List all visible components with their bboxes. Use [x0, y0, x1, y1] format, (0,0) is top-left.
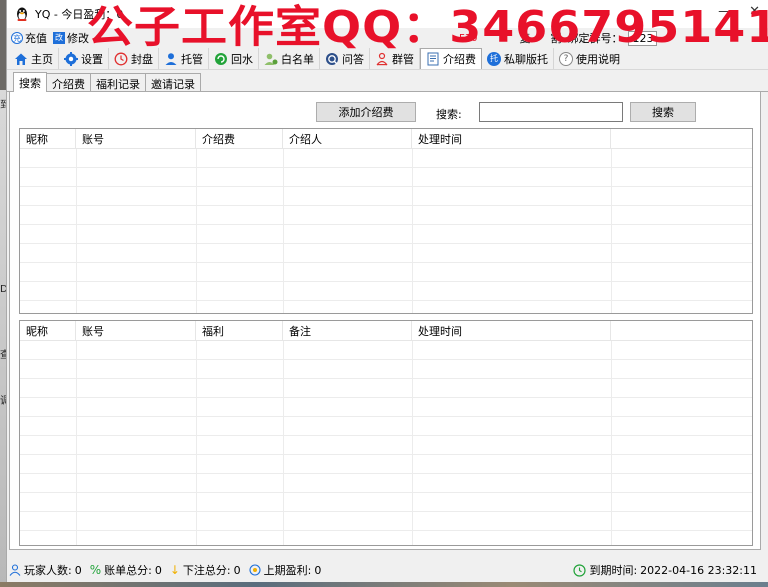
column-header[interactable]: [611, 129, 752, 148]
column-header[interactable]: 福利: [196, 321, 283, 340]
players-count: 0: [74, 563, 82, 577]
tab-label: 设置: [81, 52, 103, 66]
tab-label: 使用说明: [576, 52, 620, 66]
group-icon: [376, 52, 388, 65]
column-header[interactable]: 账号: [76, 129, 196, 148]
tab-label: 问答: [342, 52, 364, 66]
bill-total-value: 0: [154, 563, 162, 577]
qq-penguin-icon: [17, 7, 27, 21]
tab-label: 封盘: [131, 52, 153, 66]
person-icon: [9, 564, 21, 576]
status-bar: 玩家人数: 0 % 账单总分: 0 ↓ 下注总分: 0 上期盈利: 0 到期时间…: [7, 558, 768, 582]
search-panel: 添加介绍费 搜索: 搜索 昵称 账号 介绍费 介绍人 处理时间 昵称 账号 福利…: [9, 92, 761, 550]
chat-icon: 托: [487, 51, 501, 66]
status-bill-total: % 账单总分: 0: [89, 563, 162, 577]
tab-label: 介绍费: [443, 53, 476, 66]
home-icon: [15, 53, 27, 65]
recharge-icon: 充: [11, 32, 23, 44]
welfare-table[interactable]: 昵称 账号 福利 备注 处理时间: [19, 320, 753, 546]
tab-label: 托管: [181, 52, 203, 66]
column-header[interactable]: 昵称: [20, 321, 76, 340]
subtab-intro-fee[interactable]: 介绍费: [46, 73, 91, 91]
column-header[interactable]: 备注: [283, 321, 412, 340]
question-icon: [326, 52, 338, 65]
clock-icon: [573, 563, 587, 577]
table-body: [20, 341, 752, 545]
table-header: 昵称 账号 介绍费 介绍人 处理时间: [20, 129, 752, 149]
tab-label: 回水: [231, 52, 253, 66]
gear-icon: [64, 51, 78, 66]
app-window: YQ - 今日盈利：0 — ✕ 公子工作室QQ：3466795141 充 充值 …: [6, 0, 768, 587]
search-input[interactable]: [479, 102, 623, 122]
tab-label: 主页: [31, 52, 53, 66]
subtab-search[interactable]: 搜索: [13, 72, 47, 92]
column-header[interactable]: [611, 321, 752, 340]
status-players: 玩家人数: 0: [9, 562, 82, 578]
coin-icon: [249, 564, 261, 576]
search-button[interactable]: 搜索: [630, 102, 696, 122]
status-last-profit: 上期盈利: 0: [249, 562, 322, 578]
tab-label: 私聊版托: [504, 52, 548, 66]
status-bet-total: ↓ 下注总分: 0: [169, 563, 241, 577]
expiry-time: 2022-04-16 23:32:11: [640, 563, 757, 577]
add-intro-fee-button[interactable]: 添加介绍费: [316, 102, 416, 122]
column-header[interactable]: 介绍人: [283, 129, 412, 148]
down-arrow-icon: ↓: [169, 563, 180, 577]
help-icon: ?: [559, 51, 573, 66]
modify-button[interactable]: 改 修改: [53, 30, 89, 46]
search-label: 搜索:: [436, 108, 462, 121]
column-header[interactable]: 处理时间: [412, 129, 611, 148]
column-header[interactable]: 处理时间: [412, 321, 611, 340]
percent-icon: %: [89, 563, 102, 577]
recharge-button[interactable]: 充 充值: [11, 30, 47, 46]
search-row: 添加介绍费 搜索: 搜索: [10, 102, 760, 124]
bet-total-value: 0: [233, 563, 241, 577]
document-icon: [427, 52, 439, 66]
tab-label: 群管: [392, 52, 414, 66]
watermark-text: 公子工作室QQ：3466795141: [87, 1, 768, 53]
recharge-label: 充值: [25, 32, 47, 45]
table-body: [20, 149, 752, 313]
status-expiry: 到期时间: 2022-04-16 23:32:11: [573, 562, 757, 578]
tab-label: 白名单: [281, 52, 314, 66]
modify-icon: 改: [53, 32, 65, 44]
modify-label: 修改: [67, 32, 89, 45]
table-header: 昵称 账号 福利 备注 处理时间: [20, 321, 752, 341]
subtab-welfare-records[interactable]: 福利记录: [90, 73, 146, 91]
subtab-invite-records[interactable]: 邀请记录: [145, 73, 201, 91]
sub-tab-strip: 搜索 介绍费 福利记录 邀请记录: [7, 72, 768, 92]
clock-icon: [114, 52, 128, 65]
column-header[interactable]: 账号: [76, 321, 196, 340]
recycle-icon: [215, 52, 227, 65]
desktop-taskbar-strip: [0, 582, 768, 587]
tab-home[interactable]: 主页: [9, 48, 59, 69]
whitelist-icon: [264, 53, 278, 65]
column-header[interactable]: 昵称: [20, 129, 76, 148]
user-icon: [165, 52, 177, 65]
intro-fee-table[interactable]: 昵称 账号 介绍费 介绍人 处理时间: [19, 128, 753, 314]
column-header[interactable]: 介绍费: [196, 129, 283, 148]
last-profit-value: 0: [314, 563, 322, 577]
